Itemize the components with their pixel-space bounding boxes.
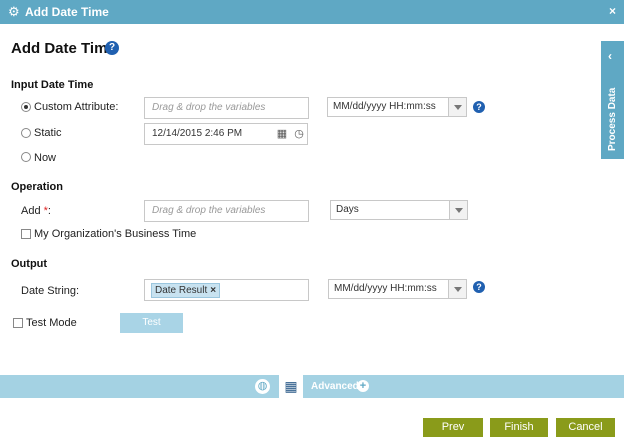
static-radio[interactable] xyxy=(21,128,31,138)
test-mode-checkbox[interactable] xyxy=(13,318,23,328)
custom-attribute-format-select[interactable]: MM/dd/yyyy HH:mm:ss xyxy=(327,97,467,117)
clock-icon[interactable]: ◷ xyxy=(292,127,306,141)
prev-button[interactable]: Prev xyxy=(423,418,483,437)
test-button[interactable]: Test xyxy=(120,313,183,333)
globe-icon[interactable]: ◍ xyxy=(255,379,270,394)
date-result-tag: Date Result × xyxy=(151,283,221,298)
add-input[interactable]: Drag & drop the variables xyxy=(144,200,309,222)
date-string-format-select[interactable]: MM/dd/yyyy HH:mm:ss xyxy=(328,279,467,299)
process-data-tab[interactable]: ‹ Process Data xyxy=(601,41,624,159)
business-time-label: My Organization's Business Time xyxy=(34,228,197,240)
advanced-label[interactable]: Advanced xyxy=(311,381,359,392)
calendar-icon[interactable]: ▦ xyxy=(279,375,303,398)
window-title: Add Date Time xyxy=(25,5,109,19)
title-bar: ⚙ Add Date Time × xyxy=(0,0,624,24)
custom-attribute-input[interactable]: Drag & drop the variables xyxy=(144,97,309,119)
cancel-button[interactable]: Cancel xyxy=(556,418,615,437)
format-help-icon[interactable]: ? xyxy=(473,101,485,113)
static-label: Static xyxy=(34,127,62,139)
finish-button[interactable]: Finish xyxy=(490,418,548,437)
section-operation: Operation xyxy=(11,181,63,193)
section-input-date-time: Input Date Time xyxy=(11,79,94,91)
date-result-tag-label: Date Result xyxy=(155,285,208,296)
chevron-down-icon xyxy=(448,280,466,298)
date-string-format-value: MM/dd/yyyy HH:mm:ss xyxy=(334,283,437,294)
process-data-label: Process Data xyxy=(607,87,618,151)
bottom-toolbar: ◍ ▦ Advanced + xyxy=(0,375,624,398)
chevron-down-icon xyxy=(449,201,467,219)
date-string-label: Date String: xyxy=(21,285,80,297)
add-label: Add *: xyxy=(21,205,51,217)
help-icon[interactable]: ? xyxy=(105,41,119,55)
calendar-icon[interactable]: ▦ xyxy=(275,127,289,141)
custom-attribute-radio[interactable] xyxy=(21,102,31,112)
test-mode-label: Test Mode xyxy=(26,317,77,329)
custom-attribute-format-value: MM/dd/yyyy HH:mm:ss xyxy=(333,101,436,112)
section-output: Output xyxy=(11,258,48,270)
gear-icon: ⚙ xyxy=(8,4,20,19)
output-help-icon[interactable]: ? xyxy=(473,281,485,293)
chevron-down-icon xyxy=(448,98,466,116)
business-time-checkbox[interactable] xyxy=(21,229,31,239)
page-title: Add Date Time xyxy=(11,40,116,57)
add-unit-value: Days xyxy=(336,204,359,215)
now-label: Now xyxy=(34,152,57,164)
tag-remove-icon[interactable]: × xyxy=(210,284,216,297)
now-radio[interactable] xyxy=(21,152,31,162)
add-unit-select[interactable]: Days xyxy=(330,200,468,220)
chevron-left-icon: ‹ xyxy=(608,49,612,63)
custom-attribute-label: Custom Attribute: xyxy=(34,101,119,113)
close-button[interactable]: × xyxy=(609,4,616,18)
plus-icon[interactable]: + xyxy=(357,380,369,392)
